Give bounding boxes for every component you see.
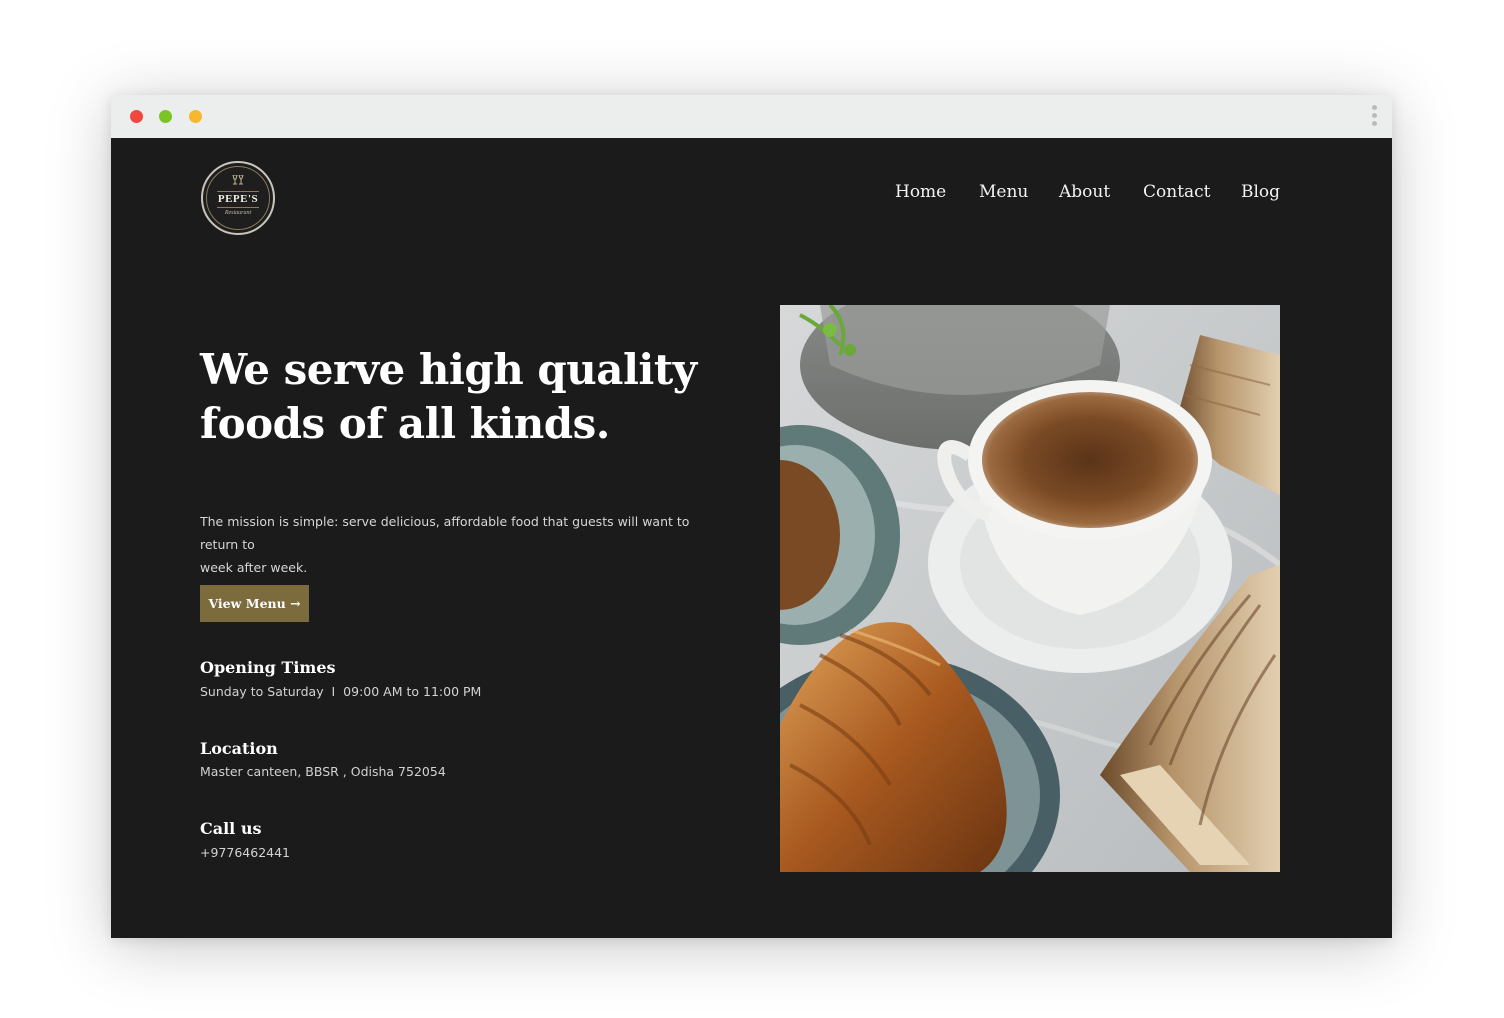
location-title: Location [200,739,278,758]
restaurant-landing-page: PEPE'S Restaurant Home Menu About Contac… [111,138,1392,938]
coffee-and-croissant-photo [780,305,1280,872]
opening-times-text: Sunday to Saturday I 09:00 AM to 11:00 P… [200,684,482,699]
maximize-window-button[interactable] [159,110,172,123]
location-text: Master canteen, BBSR , Odisha 752054 [200,764,446,779]
nav-item-about[interactable]: About [1059,182,1110,202]
hero-headline: We serve high quality foods of all kinds… [200,343,720,451]
brand-tagline: Restaurant [224,210,252,216]
mission-statement: The mission is simple: serve delicious, … [200,510,730,579]
browser-window: PEPE'S Restaurant Home Menu About Contac… [111,95,1392,938]
minimize-window-button[interactable] [189,110,202,123]
view-menu-button[interactable]: View Menu → [200,585,309,622]
window-titlebar [111,95,1392,138]
nav-item-contact[interactable]: Contact [1143,182,1211,202]
call-us-title: Call us [200,819,262,838]
more-options-icon[interactable] [1372,105,1378,129]
mission-line-1: The mission is simple: serve delicious, … [200,514,690,552]
headline-line-1: We serve high quality [200,345,697,394]
opening-times-title: Opening Times [200,658,336,677]
mission-line-2: week after week. [200,560,308,575]
nav-item-home[interactable]: Home [895,182,946,202]
main-nav: Home Menu About Contact Blog [111,182,1392,204]
nav-item-blog[interactable]: Blog [1241,182,1280,202]
nav-item-menu[interactable]: Menu [979,182,1028,202]
phone-number[interactable]: +9776462441 [200,845,290,861]
headline-line-2: foods of all kinds. [200,399,610,448]
close-window-button[interactable] [130,110,143,123]
